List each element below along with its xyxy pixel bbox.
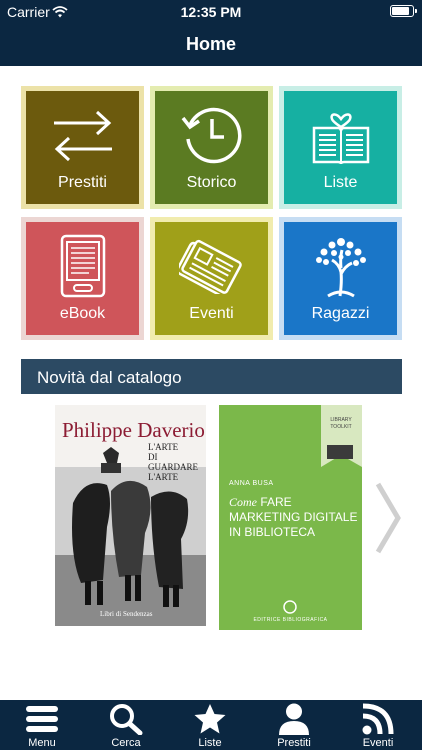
history-clock-icon <box>155 97 268 173</box>
tile-label: eBook <box>59 305 106 322</box>
book-author: Philippe Daverio <box>62 418 205 442</box>
tab-label: Prestiti <box>277 737 311 749</box>
app-screen: Carrier 12:35 PM Home Prestiti Storico L… <box>0 0 422 750</box>
tile-ebook[interactable]: eBook <box>21 217 144 340</box>
section-header: Novità dal catalogo <box>21 359 402 394</box>
chevron-right-icon[interactable] <box>374 482 402 559</box>
tab-label: Liste <box>198 737 222 749</box>
tile-storico[interactable]: Storico <box>150 86 273 209</box>
search-icon <box>84 703 168 735</box>
book-heart-icon <box>284 97 397 173</box>
newspaper-icon <box>155 228 268 304</box>
battery-level <box>392 7 410 15</box>
tab-prestiti[interactable]: Prestiti <box>252 700 336 750</box>
status-bar: Carrier 12:35 PM <box>0 0 422 24</box>
tab-label: Eventi <box>362 737 394 749</box>
tile-label: Liste <box>323 174 358 191</box>
battery-icon <box>390 5 417 17</box>
book-title: Come FARE MARKETING DIGITALE IN BIBLIOTE… <box>229 495 357 540</box>
tab-cerca[interactable]: Cerca <box>84 700 168 750</box>
book-cover[interactable]: Philippe Daverio L'ARTE DI GUARDARE L'AR… <box>55 405 206 626</box>
title-script: Come <box>229 495 257 509</box>
status-time: 12:35 PM <box>180 4 242 20</box>
book-publisher: EDITRICE BIBLIOGRAFICA <box>253 617 328 623</box>
tile-label: Ragazzi <box>311 305 370 322</box>
tab-label: Menu <box>28 737 56 749</box>
book-author: ANNA BUSA <box>229 480 274 487</box>
book-cover[interactable]: LIBRARY TOOLKIT ANNA BUSA Come FARE MARK… <box>219 405 362 630</box>
tab-liste[interactable]: Liste <box>168 700 252 750</box>
page-title: Home <box>185 34 236 54</box>
tab-eventi[interactable]: Eventi <box>336 700 420 750</box>
hamburger-menu-icon <box>0 703 84 735</box>
tab-label: Cerca <box>111 737 141 749</box>
book-subtitle: L'ARTE DI GUARDARE L'ARTE <box>148 442 206 482</box>
subtitle-line: DI GUARDARE <box>148 452 199 472</box>
tile-ragazzi[interactable]: Ragazzi <box>279 217 402 340</box>
tile-label: Prestiti <box>58 174 107 191</box>
subtitle-line: L'ARTE <box>148 442 179 452</box>
arrows-exchange-icon <box>26 97 139 173</box>
book-publisher: Libri di Sendenzas <box>100 610 153 618</box>
tile-prestiti[interactable]: Prestiti <box>21 86 144 209</box>
badge-line: TOOLKIT <box>330 424 352 430</box>
tile-eventi[interactable]: Eventi <box>150 217 273 340</box>
tile-label: Storico <box>186 174 237 191</box>
tab-menu[interactable]: Menu <box>0 700 84 750</box>
title-line: FARE <box>260 495 292 509</box>
tree-icon <box>284 228 397 304</box>
ereader-icon <box>26 228 139 304</box>
tile-liste[interactable]: Liste <box>279 86 402 209</box>
rss-icon <box>336 703 420 735</box>
tab-bar: Menu Cerca Liste Prestiti Eventi <box>0 700 422 750</box>
tile-label: Eventi <box>189 305 234 322</box>
badge-line: LIBRARY <box>330 417 352 423</box>
library-toolkit-badge: LIBRARY TOOLKIT <box>324 417 358 431</box>
subtitle-line: L'ARTE <box>148 472 179 482</box>
user-icon <box>252 703 336 735</box>
title-line: IN BIBLIOTECA <box>229 525 316 539</box>
title-line: MARKETING DIGITALE <box>229 510 358 524</box>
star-icon <box>168 703 252 735</box>
top-bar: Carrier 12:35 PM Home <box>0 0 422 66</box>
